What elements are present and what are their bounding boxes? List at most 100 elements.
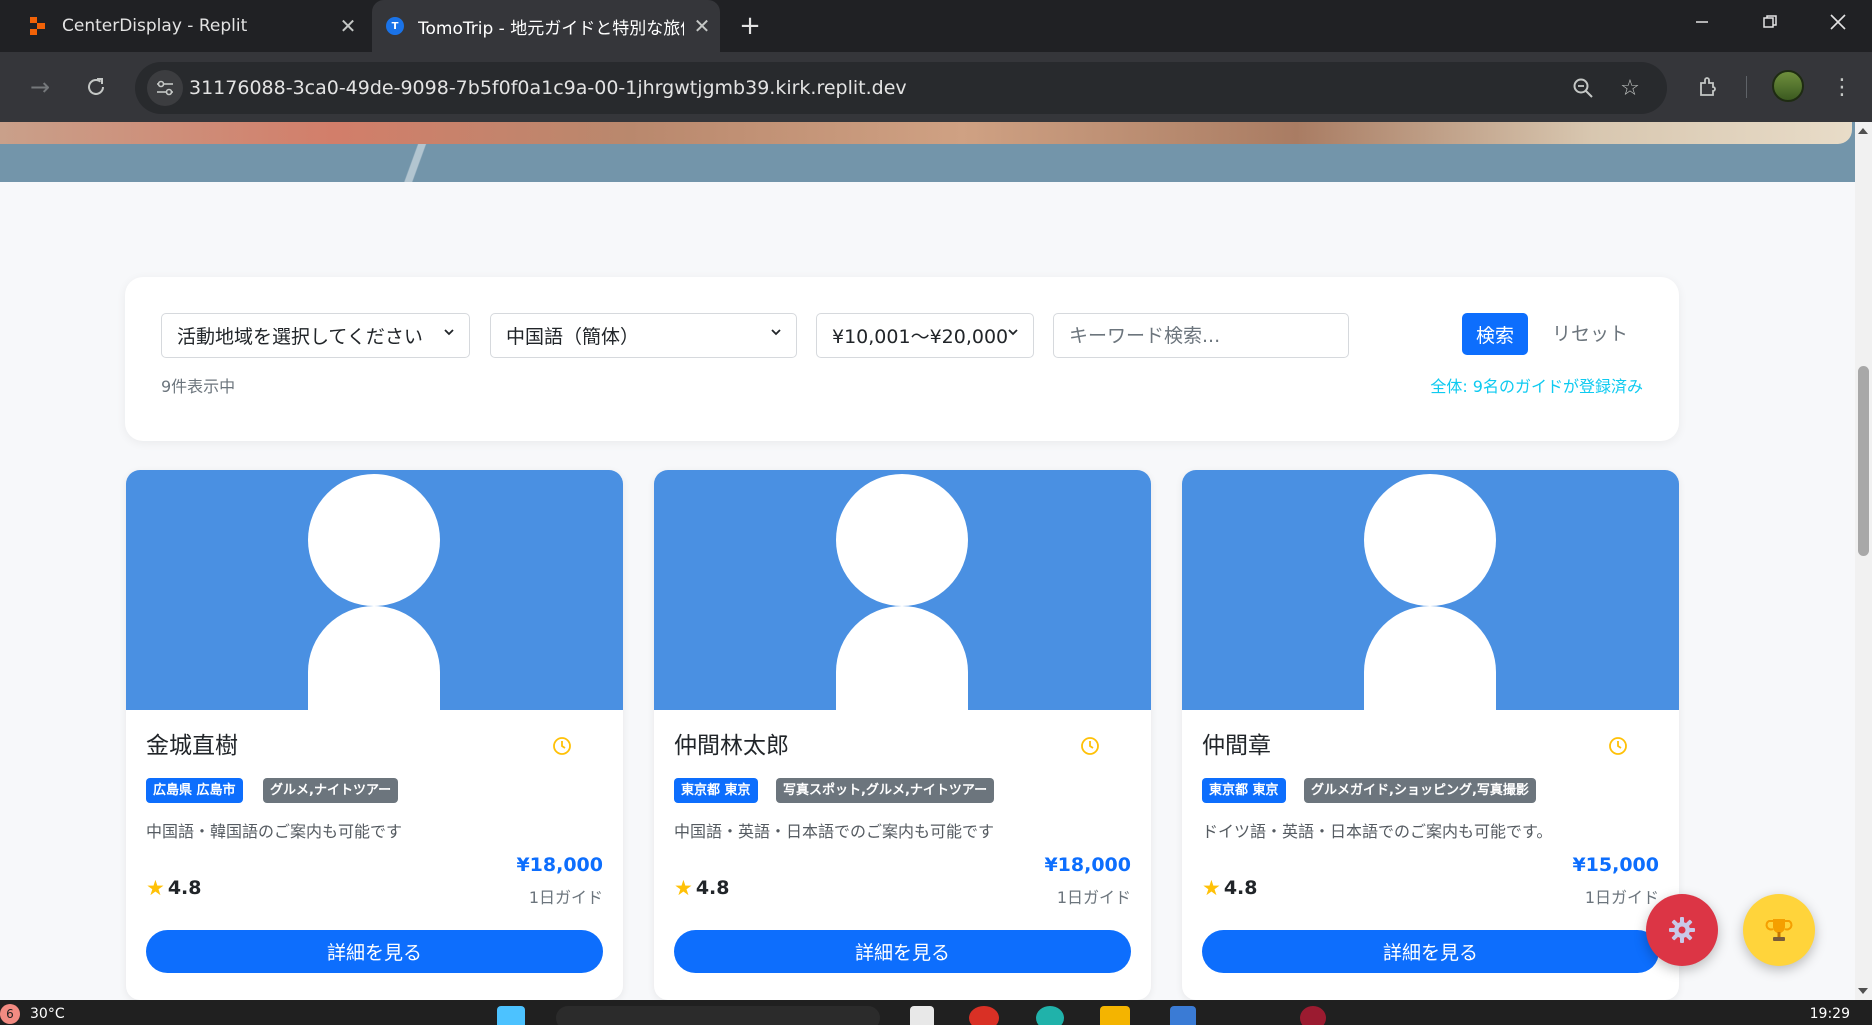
window-close-icon[interactable]: [1804, 0, 1872, 44]
temperature: 30°C: [30, 1006, 65, 1022]
extensions-icon[interactable]: [1690, 69, 1726, 105]
avatar-placeholder-icon: [836, 474, 968, 606]
view-details-button[interactable]: 詳細を見る: [146, 930, 603, 973]
bookmark-star-icon[interactable]: ☆: [1612, 70, 1648, 106]
guide-card: 仲間章 東京都 東京 グルメガイド,ショッピング,写真撮影 ドイツ語・英語・日本…: [1182, 470, 1679, 1000]
url-text[interactable]: 31176088-3ca0-49de-9098-7b5f0f0a1c9a-00-…: [189, 62, 907, 114]
site-settings-icon[interactable]: [147, 70, 183, 106]
scroll-up-icon[interactable]: [1858, 128, 1868, 134]
avatar-placeholder-icon: [1364, 474, 1496, 606]
guide-card: 金城直樹 広島県 広島市 グルメ,ナイトツアー 中国語・韓国語のご案内も可能です…: [126, 470, 623, 1000]
tab-title: CenterDisplay - Replit: [62, 16, 248, 36]
trophy-fab-button[interactable]: [1743, 894, 1815, 966]
page-viewport: 活動地域を選択してください 中国語（簡体） ¥10,001〜¥20,000 検索…: [0, 122, 1855, 1000]
taskbar-app-icon[interactable]: [1036, 1006, 1064, 1025]
menu-icon[interactable]: ⋮: [1824, 69, 1860, 105]
guide-price: ¥18,000: [1044, 854, 1131, 876]
taskbar-app-icon[interactable]: [1170, 1006, 1196, 1025]
price-unit: 1日ガイド: [528, 888, 603, 907]
view-details-button[interactable]: 詳細を見る: [1202, 930, 1659, 973]
guide-description: 中国語・英語・日本語でのご案内も可能です: [674, 822, 995, 841]
avatar-placeholder-icon: [836, 606, 968, 710]
gear-icon: [1669, 917, 1695, 943]
guide-card: 仲間林太郎 東京都 東京 写真スポット,グルメ,ナイトツアー 中国語・英語・日本…: [654, 470, 1151, 1000]
close-icon[interactable]: ✕: [330, 14, 366, 38]
guide-rating: ★ 4.8: [146, 876, 202, 900]
price-unit: 1日ガイド: [1584, 888, 1659, 907]
hero-image: [0, 122, 1852, 144]
chevron-down-icon: [771, 329, 781, 336]
file-explorer-icon[interactable]: [1100, 1006, 1130, 1025]
hero-image: [372, 144, 472, 182]
tab-tomotrip[interactable]: T TomoTrip - 地元ガイドと特別な旅体験 ✕: [372, 0, 720, 52]
reload-icon[interactable]: [78, 69, 114, 105]
price-select-value: ¥10,001〜¥20,000: [832, 326, 1009, 348]
guide-rating: ★ 4.8: [1202, 876, 1258, 900]
guide-price: ¥15,000: [1572, 854, 1659, 876]
chrome-taskbar-icon[interactable]: [969, 1006, 999, 1025]
trophy-icon: [1765, 919, 1793, 941]
system-clock: 19:29: [1809, 1006, 1850, 1022]
region-badge: 東京都 東京: [1202, 778, 1286, 803]
guide-name: 仲間章: [1202, 733, 1271, 759]
rating-value: 4.8: [695, 877, 730, 899]
guide-name: 金城直樹: [146, 733, 238, 759]
total-guides-count: 全体: 9名のガイドが登録済み: [1430, 377, 1643, 396]
guide-photo: [654, 470, 1151, 710]
avatar-placeholder-icon: [1364, 606, 1496, 710]
new-tab-icon[interactable]: +: [732, 8, 768, 44]
tab-title: TomoTrip - 地元ガイドと特別な旅体験: [418, 18, 684, 39]
chevron-down-icon: [444, 329, 454, 336]
weather-badge: 6: [0, 1004, 20, 1024]
scrollbar-thumb[interactable]: [1858, 366, 1869, 556]
page-scrollbar[interactable]: [1855, 122, 1872, 1000]
language-select-value: 中国語（簡体）: [506, 326, 640, 348]
guide-photo: [1182, 470, 1679, 710]
filter-panel: 活動地域を選択してください 中国語（簡体） ¥10,001〜¥20,000 検索…: [125, 277, 1679, 441]
close-icon[interactable]: ✕: [684, 14, 720, 38]
weather-widget[interactable]: 6 30°C: [0, 1004, 65, 1024]
windows-start-icon[interactable]: [497, 1006, 525, 1025]
minimize-icon[interactable]: [1668, 0, 1736, 44]
scroll-down-icon[interactable]: [1858, 988, 1868, 994]
guide-price: ¥18,000: [516, 854, 603, 876]
price-unit: 1日ガイド: [1056, 888, 1131, 907]
tab-centerdisplay[interactable]: CenterDisplay - Replit ✕: [0, 0, 366, 52]
forward-icon[interactable]: →: [22, 69, 58, 105]
star-icon: ★: [146, 876, 165, 900]
hero-banner: [0, 122, 1855, 182]
taskbar-app-icon[interactable]: [1300, 1006, 1326, 1025]
restore-icon[interactable]: [1736, 0, 1804, 44]
settings-fab-button[interactable]: [1646, 894, 1718, 966]
star-icon: ★: [674, 876, 693, 900]
guide-photo: [126, 470, 623, 710]
guide-name: 仲間林太郎: [674, 733, 789, 759]
clock-icon: [553, 737, 571, 755]
region-select-value: 活動地域を選択してください: [177, 326, 423, 348]
toolbar-divider: [1746, 76, 1747, 98]
rating-value: 4.8: [1223, 877, 1258, 899]
profile-avatar[interactable]: [1772, 70, 1804, 102]
language-select[interactable]: 中国語（簡体）: [490, 313, 797, 358]
taskbar-app-icon[interactable]: [910, 1006, 934, 1025]
chevron-down-icon: [1008, 329, 1018, 336]
rating-value: 4.8: [167, 877, 202, 899]
zoom-icon[interactable]: [1565, 70, 1601, 106]
address-bar[interactable]: 31176088-3ca0-49de-9098-7b5f0f0a1c9a-00-…: [135, 62, 1667, 114]
tomotrip-icon: T: [386, 17, 404, 35]
taskbar-search-box[interactable]: [556, 1006, 880, 1025]
specialty-badge: 写真スポット,グルメ,ナイトツアー: [776, 778, 995, 803]
keyword-search-input[interactable]: [1053, 313, 1349, 358]
guide-rating: ★ 4.8: [674, 876, 730, 900]
region-select[interactable]: 活動地域を選択してください: [161, 313, 470, 358]
reset-button[interactable]: リセット: [1552, 313, 1628, 355]
view-details-button[interactable]: 詳細を見る: [674, 930, 1131, 973]
price-select[interactable]: ¥10,001〜¥20,000: [816, 313, 1034, 358]
star-icon: ★: [1202, 876, 1221, 900]
browser-tab-bar: CenterDisplay - Replit ✕ T TomoTrip - 地元…: [0, 0, 1872, 52]
search-button[interactable]: 検索: [1462, 313, 1528, 355]
result-count: 9件表示中: [161, 377, 236, 396]
region-badge: 広島県 広島市: [146, 778, 243, 803]
specialty-badge: グルメガイド,ショッピング,写真撮影: [1304, 778, 1536, 803]
browser-toolbar: → 31176088-3ca0-49de-9098-7b5f0f0a1c9a-0…: [0, 52, 1872, 122]
